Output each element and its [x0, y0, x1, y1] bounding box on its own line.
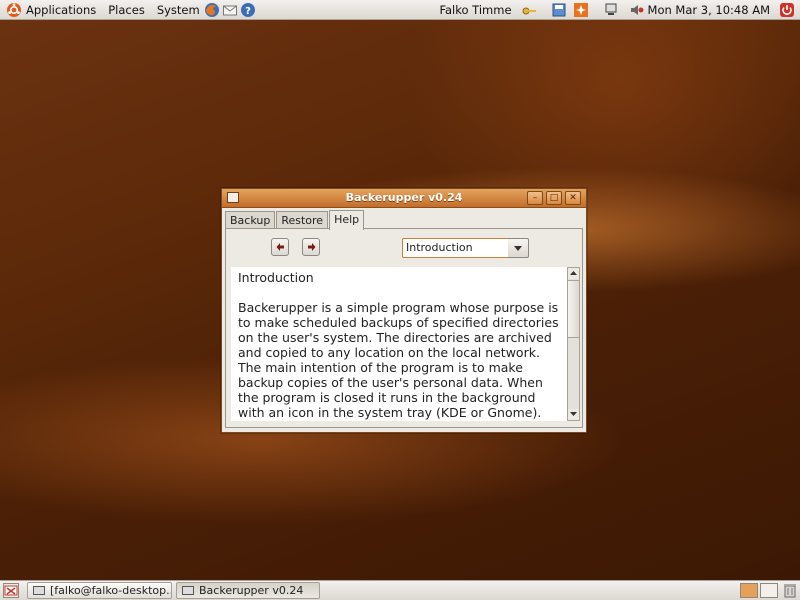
- notification-icon[interactable]: [573, 2, 589, 18]
- help-text-view[interactable]: Introduction Backerupper is a simple pro…: [231, 267, 567, 421]
- ubuntu-logo-icon[interactable]: [6, 2, 22, 18]
- applications-menu[interactable]: Applications: [26, 0, 96, 20]
- chevron-down-icon: [514, 246, 522, 251]
- scrollbar-thumb[interactable]: [568, 280, 579, 338]
- network-icon[interactable]: [603, 2, 619, 18]
- window-icon: [182, 586, 194, 595]
- topic-select[interactable]: Introduction: [402, 238, 529, 258]
- show-desktop-button[interactable]: [3, 583, 19, 598]
- tab-bar: Backup Restore Help: [225, 210, 365, 230]
- bottom-panel: [falko@falko-desktop... Backerupper v0.2…: [0, 580, 800, 600]
- terminal-icon: [33, 586, 45, 595]
- power-icon[interactable]: [779, 2, 795, 18]
- help-scrollbar[interactable]: [567, 267, 580, 421]
- arrow-left-icon: [276, 243, 284, 251]
- taskbar-item-label: Backerupper v0.24: [199, 584, 304, 597]
- arrow-right-icon: [308, 243, 316, 251]
- show-desktop-icon: [4, 585, 18, 596]
- help-icon[interactable]: ?: [240, 2, 256, 18]
- help-tab-panel: Introduction Introduction Backerupper is…: [225, 228, 583, 428]
- tab-help[interactable]: Help: [329, 210, 365, 230]
- chevron-down-icon: [570, 412, 577, 416]
- help-heading: Introduction: [238, 270, 314, 285]
- taskbar-item-backerupper[interactable]: Backerupper v0.24: [176, 582, 320, 599]
- user-name[interactable]: Falko Timme: [439, 0, 511, 20]
- mail-icon[interactable]: [222, 2, 238, 18]
- taskbar-item-label: [falko@falko-desktop...: [50, 584, 172, 597]
- help-body: Backerupper is a simple program whose pu…: [238, 300, 559, 420]
- workspace-2[interactable]: [760, 583, 778, 598]
- tab-backup[interactable]: Backup: [225, 211, 276, 229]
- minimize-button[interactable]: –: [527, 191, 543, 205]
- chevron-up-icon: [570, 271, 577, 275]
- workspace-1[interactable]: [740, 583, 758, 598]
- back-button[interactable]: [271, 238, 289, 256]
- topic-dropdown-button[interactable]: [508, 238, 529, 258]
- forward-button[interactable]: [302, 238, 320, 256]
- trash-icon[interactable]: [784, 583, 796, 598]
- taskbar-item-terminal[interactable]: [falko@falko-desktop...: [27, 582, 172, 599]
- firefox-icon[interactable]: [204, 2, 220, 18]
- svg-text:?: ?: [245, 6, 251, 17]
- top-panel: Applications Places System ? Falko Timme…: [0, 0, 800, 20]
- tab-restore[interactable]: Restore: [276, 211, 329, 229]
- update-manager-icon[interactable]: [551, 2, 567, 18]
- places-menu[interactable]: Places: [108, 0, 145, 20]
- backerupper-window: Backerupper v0.24 – □ ✕ Backup Restore H…: [221, 188, 587, 433]
- close-button[interactable]: ✕: [565, 191, 581, 205]
- volume-icon[interactable]: [629, 2, 645, 18]
- scroll-down-button[interactable]: [568, 409, 579, 420]
- scroll-up-button[interactable]: [568, 268, 579, 279]
- window-titlebar[interactable]: Backerupper v0.24 – □ ✕: [222, 189, 586, 208]
- keys-icon[interactable]: [521, 2, 537, 18]
- maximize-button[interactable]: □: [546, 191, 562, 205]
- topic-select-value[interactable]: Introduction: [402, 238, 509, 258]
- system-menu[interactable]: System: [157, 0, 200, 20]
- clock[interactable]: Mon Mar 3, 10:48 AM: [648, 0, 770, 20]
